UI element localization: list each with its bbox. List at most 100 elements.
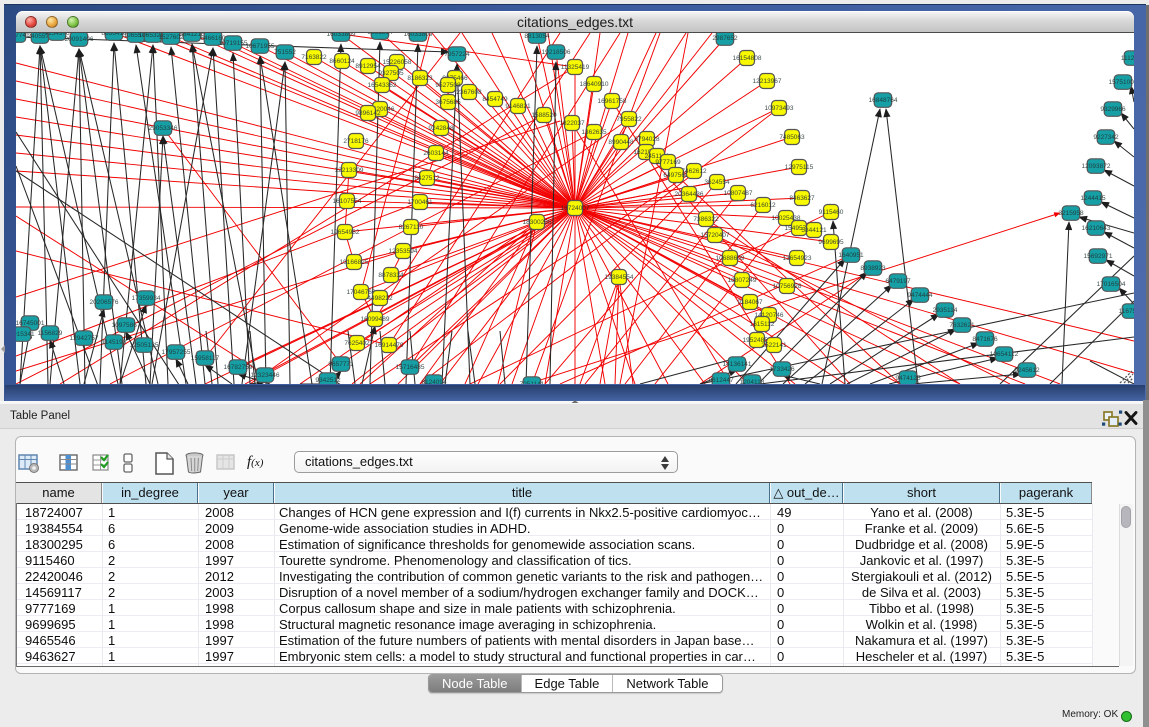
svg-text:13654923: 13654923 [783,255,812,262]
svg-text:10719155: 10719155 [219,40,248,47]
svg-text:10975867: 10975867 [112,322,141,329]
svg-text:29053346: 29053346 [149,125,178,132]
svg-text:1822037: 1822037 [559,120,585,127]
svg-text:8660124: 8660124 [329,58,355,65]
svg-text:9115460: 9115460 [819,209,844,216]
svg-text:9146821: 9146821 [505,103,531,110]
svg-text:2935114: 2935114 [933,307,958,314]
svg-text:8938923: 8938923 [860,265,886,272]
svg-text:16033809: 16033809 [327,33,356,38]
svg-text:9474444: 9474444 [907,292,933,299]
svg-text:12323446: 12323446 [251,372,280,379]
svg-text:7485063: 7485063 [779,134,805,141]
svg-text:16782759: 16782759 [224,364,253,371]
svg-text:15751004: 15751004 [1109,79,1134,86]
svg-text:12505135: 12505135 [130,342,159,349]
svg-text:9896142: 9896142 [355,110,381,117]
svg-text:9184067: 9184067 [737,299,763,306]
svg-text:9699695: 9699695 [818,239,844,246]
svg-text:7462612: 7462612 [681,168,707,175]
svg-text:20091406: 20091406 [65,36,94,43]
svg-text:751552: 751552 [274,49,296,56]
svg-text:7955822: 7955822 [616,116,642,123]
svg-text:19654982: 19654982 [331,229,360,236]
svg-text:12942757: 12942757 [70,335,99,342]
svg-text:10973493: 10973493 [765,105,794,112]
svg-text:9777169: 9777169 [655,159,681,166]
svg-text:7251141: 7251141 [520,381,545,384]
svg-text:20364436: 20364436 [675,191,704,198]
svg-text:10807487: 10807487 [724,190,753,197]
svg-text:8612447: 8612447 [708,377,734,384]
svg-text:18724007: 18724007 [561,205,590,212]
svg-text:7625402: 7625402 [344,340,370,347]
svg-text:8124094: 8124094 [421,379,447,384]
svg-text:2603144: 2603144 [423,150,449,157]
svg-text:10756928: 10756928 [773,283,802,290]
svg-text:8454749: 8454749 [482,96,508,103]
svg-text:9242848: 9242848 [428,125,454,132]
svg-text:9474125: 9474125 [895,375,921,382]
svg-text:2987652: 2987652 [712,35,738,42]
svg-text:1167531: 1167531 [1119,308,1134,315]
svg-text:8471676: 8471676 [972,336,998,343]
svg-text:10688609: 10688609 [716,255,745,262]
svg-text:2367608: 2367608 [456,89,482,96]
svg-text:12093872: 12093872 [1082,163,1111,170]
svg-text:1700461: 1700461 [407,199,433,206]
svg-text:12353594: 12353594 [389,248,418,255]
svg-text:1362635: 1362635 [581,129,607,136]
svg-text:12213309: 12213309 [335,167,364,174]
svg-text:1733426: 1733426 [769,366,795,373]
svg-text:12213967: 12213967 [753,78,782,85]
svg-text:1204118: 1204118 [740,379,765,384]
svg-text:9245612: 9245612 [1014,367,1040,374]
svg-text:7386322: 7386322 [693,216,719,223]
svg-text:3215958: 3215958 [1058,210,1084,217]
svg-text:19166825: 19166825 [340,259,369,266]
svg-text:7632621: 7632621 [949,322,975,329]
svg-text:15716485: 15716485 [396,364,425,371]
svg-text:18300295: 18300295 [523,219,552,226]
svg-text:3915341: 3915341 [16,331,35,338]
svg-text:8267110: 8267110 [399,224,424,231]
svg-text:6479197: 6479197 [885,278,911,285]
svg-text:14136141: 14136141 [723,361,752,368]
svg-text:15720407: 15720407 [701,232,730,239]
svg-text:8878334: 8878334 [378,272,404,279]
svg-text:16543362: 16543362 [368,82,397,89]
svg-text:7957224: 7957224 [444,51,470,58]
svg-text:8990448: 8990448 [608,139,634,146]
svg-text:12975115: 12975115 [785,164,814,171]
svg-text:16154808: 16154808 [733,55,762,62]
svg-text:1588520: 1588520 [531,112,557,119]
svg-text:10654112: 10654112 [990,351,1019,358]
svg-text:8813054: 8813054 [524,33,550,40]
svg-text:1615112: 1615112 [750,321,775,328]
svg-text:18640910: 18640910 [580,81,609,88]
svg-text:9329966: 9329966 [1100,106,1126,113]
svg-text:16848764: 16848764 [869,97,898,104]
svg-text:17957255: 17957255 [162,349,191,356]
svg-text:8912954: 8912954 [355,63,381,70]
svg-text:18807249: 18807249 [728,277,757,284]
svg-text:1244415: 1244415 [1080,195,1106,202]
svg-text:3675685: 3675685 [435,99,461,106]
svg-text:9342512: 9342512 [315,377,341,384]
svg-text:16745001: 16745001 [16,320,45,327]
svg-text:1145193: 1145193 [102,339,127,346]
svg-text:4498222: 4498222 [367,295,393,302]
svg-text:19384554: 19384554 [605,274,634,281]
svg-text:9227342: 9227342 [1093,134,1119,141]
svg-text:16961758: 16961758 [598,98,627,105]
svg-text:16099489: 16099489 [361,316,390,323]
svg-text:10671955: 10671955 [246,43,275,50]
svg-text:16210643: 16210643 [1082,225,1111,232]
svg-text:6794028: 6794028 [634,136,660,143]
svg-text:7163822: 7163822 [301,54,327,61]
svg-text:8186323: 8186323 [407,75,433,82]
svg-text:8463627: 8463627 [789,195,815,202]
svg-text:16914479: 16914479 [375,342,404,349]
svg-text:9261814: 9261814 [367,33,393,36]
svg-text:9657771: 9657771 [328,361,354,368]
